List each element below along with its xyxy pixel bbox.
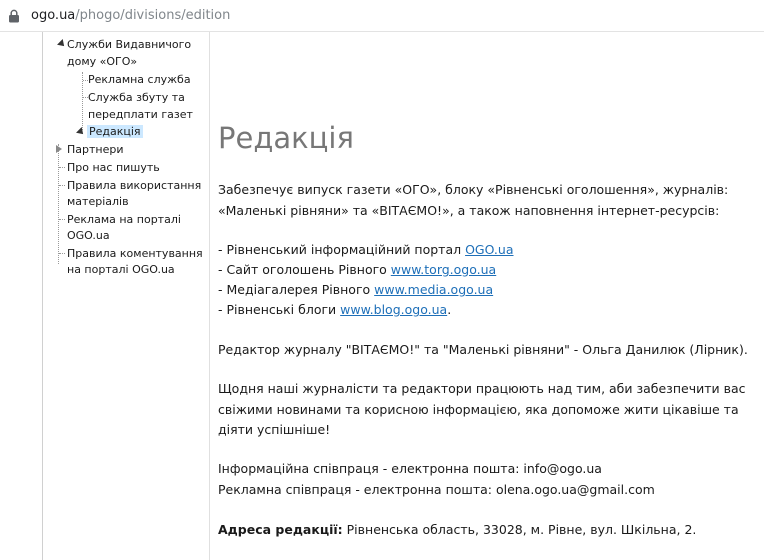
contact-info: Інформаційна співпраця - електронна пошт…	[218, 461, 602, 476]
resource-prefix: - Рівненський інформаційний портал	[218, 242, 466, 257]
url-text[interactable]: ogo.ua/phogo/divisions/edition	[31, 7, 230, 25]
address-bar[interactable]: ogo.ua/phogo/divisions/edition	[0, 0, 764, 32]
tree-connector	[59, 185, 65, 186]
sidebar-item-label: OGO.ua	[67, 229, 110, 242]
address-value: Рівненська область, 33028, м. Рівне, вул…	[342, 522, 697, 537]
sidebar-item-label: Рекламна служба	[88, 73, 191, 86]
tree-connector	[59, 167, 65, 168]
sidebar-item-partners[interactable]: Партнери	[67, 141, 124, 158]
sidebar-item-label: на порталі OGO.ua	[67, 263, 175, 276]
daily-text-line1: Щодня наші журналісти та редактори працю…	[218, 381, 746, 396]
page-title: Редакція	[218, 121, 354, 155]
sidebar-item-label: Правила використання	[67, 179, 202, 192]
resource-prefix: - Медіагалерея Рівного	[218, 282, 375, 297]
resource-item: - Рівненські блоги www.blog.ogo.ua.	[218, 300, 451, 320]
sidebar-item-label: Реклама на порталі	[67, 213, 181, 226]
sidebar-item-label: Партнери	[67, 143, 124, 156]
lock-icon	[9, 9, 19, 23]
expand-arrow-icon[interactable]	[57, 39, 67, 49]
tree-connector	[59, 253, 65, 254]
contact-ads: Рекламна співпраця - електронна пошта: o…	[218, 482, 655, 497]
sidebar-item-label: Про нас пишуть	[67, 161, 160, 174]
sidebar-item-comment-rules[interactable]: Правила коментування	[67, 245, 203, 262]
sidebar-item-divisions[interactable]: Служби Видавничого	[67, 36, 191, 53]
sidebar-tree: Служби Видавничого дому «ОГО» Рекламна с…	[43, 32, 210, 560]
url-path: /phogo/divisions/edition	[75, 8, 231, 23]
resource-item: - Рівненський інформаційний портал OGO.u…	[218, 240, 514, 260]
sidebar-item-label: Служби Видавничого	[67, 38, 192, 51]
tree-connector	[59, 219, 65, 220]
sidebar-item-label: Правила коментування	[67, 247, 203, 260]
resource-prefix: - Сайт оголошень Рівного	[218, 262, 391, 277]
sidebar-item-distribution-line2[interactable]: передплати газет	[88, 106, 193, 123]
editor-text: Редактор журналу "ВІТАЄМО!" та "Маленькі…	[218, 342, 748, 357]
sidebar-item-label: матеріалів	[67, 195, 129, 208]
sidebar-item-usage-rules-line2[interactable]: матеріалів	[67, 193, 129, 210]
sidebar-item-portal-ads-line2[interactable]: OGO.ua	[67, 227, 110, 244]
tree-connector	[58, 144, 59, 264]
sidebar-item-press[interactable]: Про нас пишуть	[67, 159, 160, 176]
daily-text-line3: діяти успішніше!	[218, 422, 331, 437]
sidebar-item-label-selected: Редакція	[87, 125, 143, 138]
collapsed-arrow-icon[interactable]	[56, 145, 62, 153]
expand-arrow-icon[interactable]	[76, 127, 86, 137]
sidebar-item-divisions-line2[interactable]: дому «ОГО»	[67, 53, 137, 70]
resource-link-media[interactable]: www.media.ogo.ua	[374, 282, 493, 297]
sidebar-item-usage-rules[interactable]: Правила використання	[67, 177, 201, 194]
resource-prefix: - Рівненські блоги	[218, 302, 341, 317]
resource-link-blog[interactable]: www.blog.ogo.ua	[340, 302, 447, 317]
resource-suffix: .	[447, 302, 452, 317]
daily-text-line2: свіжими новинами та корисною інформацією…	[218, 402, 739, 417]
address-label: Адреса редакції:	[218, 522, 343, 537]
resource-item: - Медіагалерея Рівного www.media.ogo.ua	[218, 280, 493, 300]
sidebar-item-editorial[interactable]: Редакція	[87, 123, 143, 140]
sidebar-item-distribution[interactable]: Служба збуту та	[88, 89, 185, 106]
sidebar-item-label: Служба збуту та	[88, 91, 185, 104]
page-frame: Служби Видавничого дому «ОГО» Рекламна с…	[0, 32, 764, 560]
url-host: ogo.ua	[31, 8, 76, 23]
resource-item: - Сайт оголошень Рівного www.torg.ogo.ua	[218, 260, 496, 280]
intro-text-line2: «Маленькі рівняни» та «ВІТАЄМО!», а тако…	[218, 203, 720, 218]
resource-link-ogo[interactable]: OGO.ua	[465, 242, 513, 257]
resource-link-torg[interactable]: www.torg.ogo.ua	[391, 262, 496, 277]
intro-text-line1: Забезпечує випуск газети «ОГО», блоку «Р…	[218, 182, 729, 197]
sidebar-item-comment-rules-line2[interactable]: на порталі OGO.ua	[67, 261, 175, 278]
sidebar-item-label: дому «ОГО»	[67, 55, 138, 68]
address-line: Адреса редакції: Рівненська область, 330…	[218, 520, 696, 540]
sidebar-item-advertising-service[interactable]: Рекламна служба	[88, 71, 191, 88]
sidebar-item-label: передплати газет	[88, 108, 193, 121]
sidebar-item-portal-ads[interactable]: Реклама на порталі	[67, 211, 181, 228]
